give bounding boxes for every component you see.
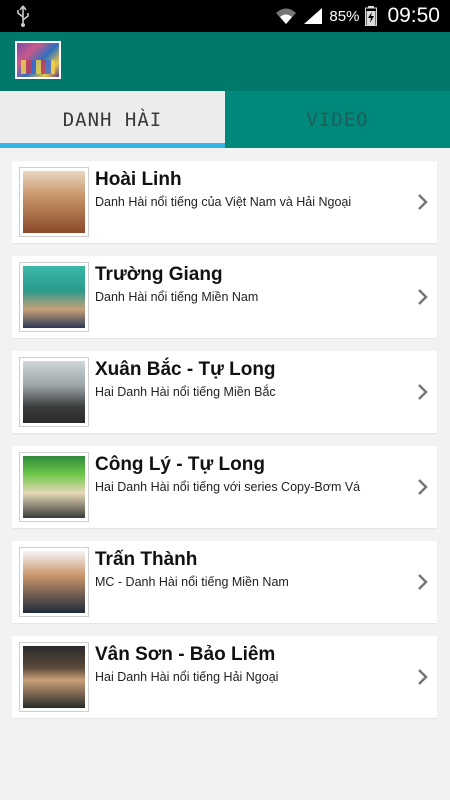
tab-video[interactable]: VIDEO [225, 91, 450, 148]
usb-icon [17, 5, 29, 27]
item-name: Trường Giang [95, 264, 223, 285]
chevron-right-icon [418, 574, 428, 590]
tab-danh-hai[interactable]: DANH HÀI [0, 91, 225, 148]
item-description: Hai Danh Hài nổi tiếng Hải Ngoại [95, 670, 279, 684]
item-description: Hai Danh Hài nổi tiếng với series Copy-B… [95, 480, 361, 494]
comedian-list: Hoài Linh Danh Hài nổi tiếng của Việt Na… [12, 161, 437, 731]
item-name: Công Lý - Tự Long [95, 454, 265, 475]
signal-icon [304, 8, 323, 24]
avatar [19, 357, 89, 427]
avatar [19, 452, 89, 522]
avatar [19, 642, 89, 712]
item-description: MC - Danh Hài nổi tiếng Miền Nam [95, 575, 289, 589]
list-item[interactable]: Vân Sơn - Bảo Liêm Hai Danh Hài nổi tiến… [12, 636, 437, 718]
battery-icon [365, 6, 378, 26]
clock: 09:50 [387, 4, 440, 27]
status-bar: 85% 09:50 [0, 0, 450, 32]
list-item[interactable]: Trấn Thành MC - Danh Hài nổi tiếng Miền … [12, 541, 437, 623]
item-name: Trấn Thành [95, 549, 198, 570]
list-item[interactable]: Xuân Bắc - Tự Long Hai Danh Hài nổi tiến… [12, 351, 437, 433]
item-description: Danh Hài nổi tiếng Miền Nam [95, 290, 259, 304]
app-bar [0, 32, 450, 91]
item-description: Danh Hài nổi tiếng của Việt Nam và Hải N… [95, 195, 352, 209]
item-name: Hoài Linh [95, 169, 182, 190]
chevron-right-icon [418, 669, 428, 685]
chevron-right-icon [418, 384, 428, 400]
item-name: Vân Sơn - Bảo Liêm [95, 644, 276, 665]
battery-percent: 85% [329, 7, 360, 25]
app-logo-icon[interactable] [15, 41, 61, 79]
item-description: Hai Danh Hài nổi tiếng Miền Bắc [95, 385, 276, 399]
avatar [19, 547, 89, 617]
chevron-right-icon [418, 289, 428, 305]
list-item[interactable]: Hoài Linh Danh Hài nổi tiếng của Việt Na… [12, 161, 437, 243]
avatar [19, 262, 89, 332]
avatar [19, 167, 89, 237]
item-name: Xuân Bắc - Tự Long [95, 359, 276, 380]
tab-bar: DANH HÀI VIDEO [0, 91, 450, 148]
list-item[interactable]: Trường Giang Danh Hài nổi tiếng Miền Nam [12, 256, 437, 338]
wifi-icon [276, 8, 297, 24]
chevron-right-icon [418, 194, 428, 210]
chevron-right-icon [418, 479, 428, 495]
list-item[interactable]: Công Lý - Tự Long Hai Danh Hài nổi tiếng… [12, 446, 437, 528]
